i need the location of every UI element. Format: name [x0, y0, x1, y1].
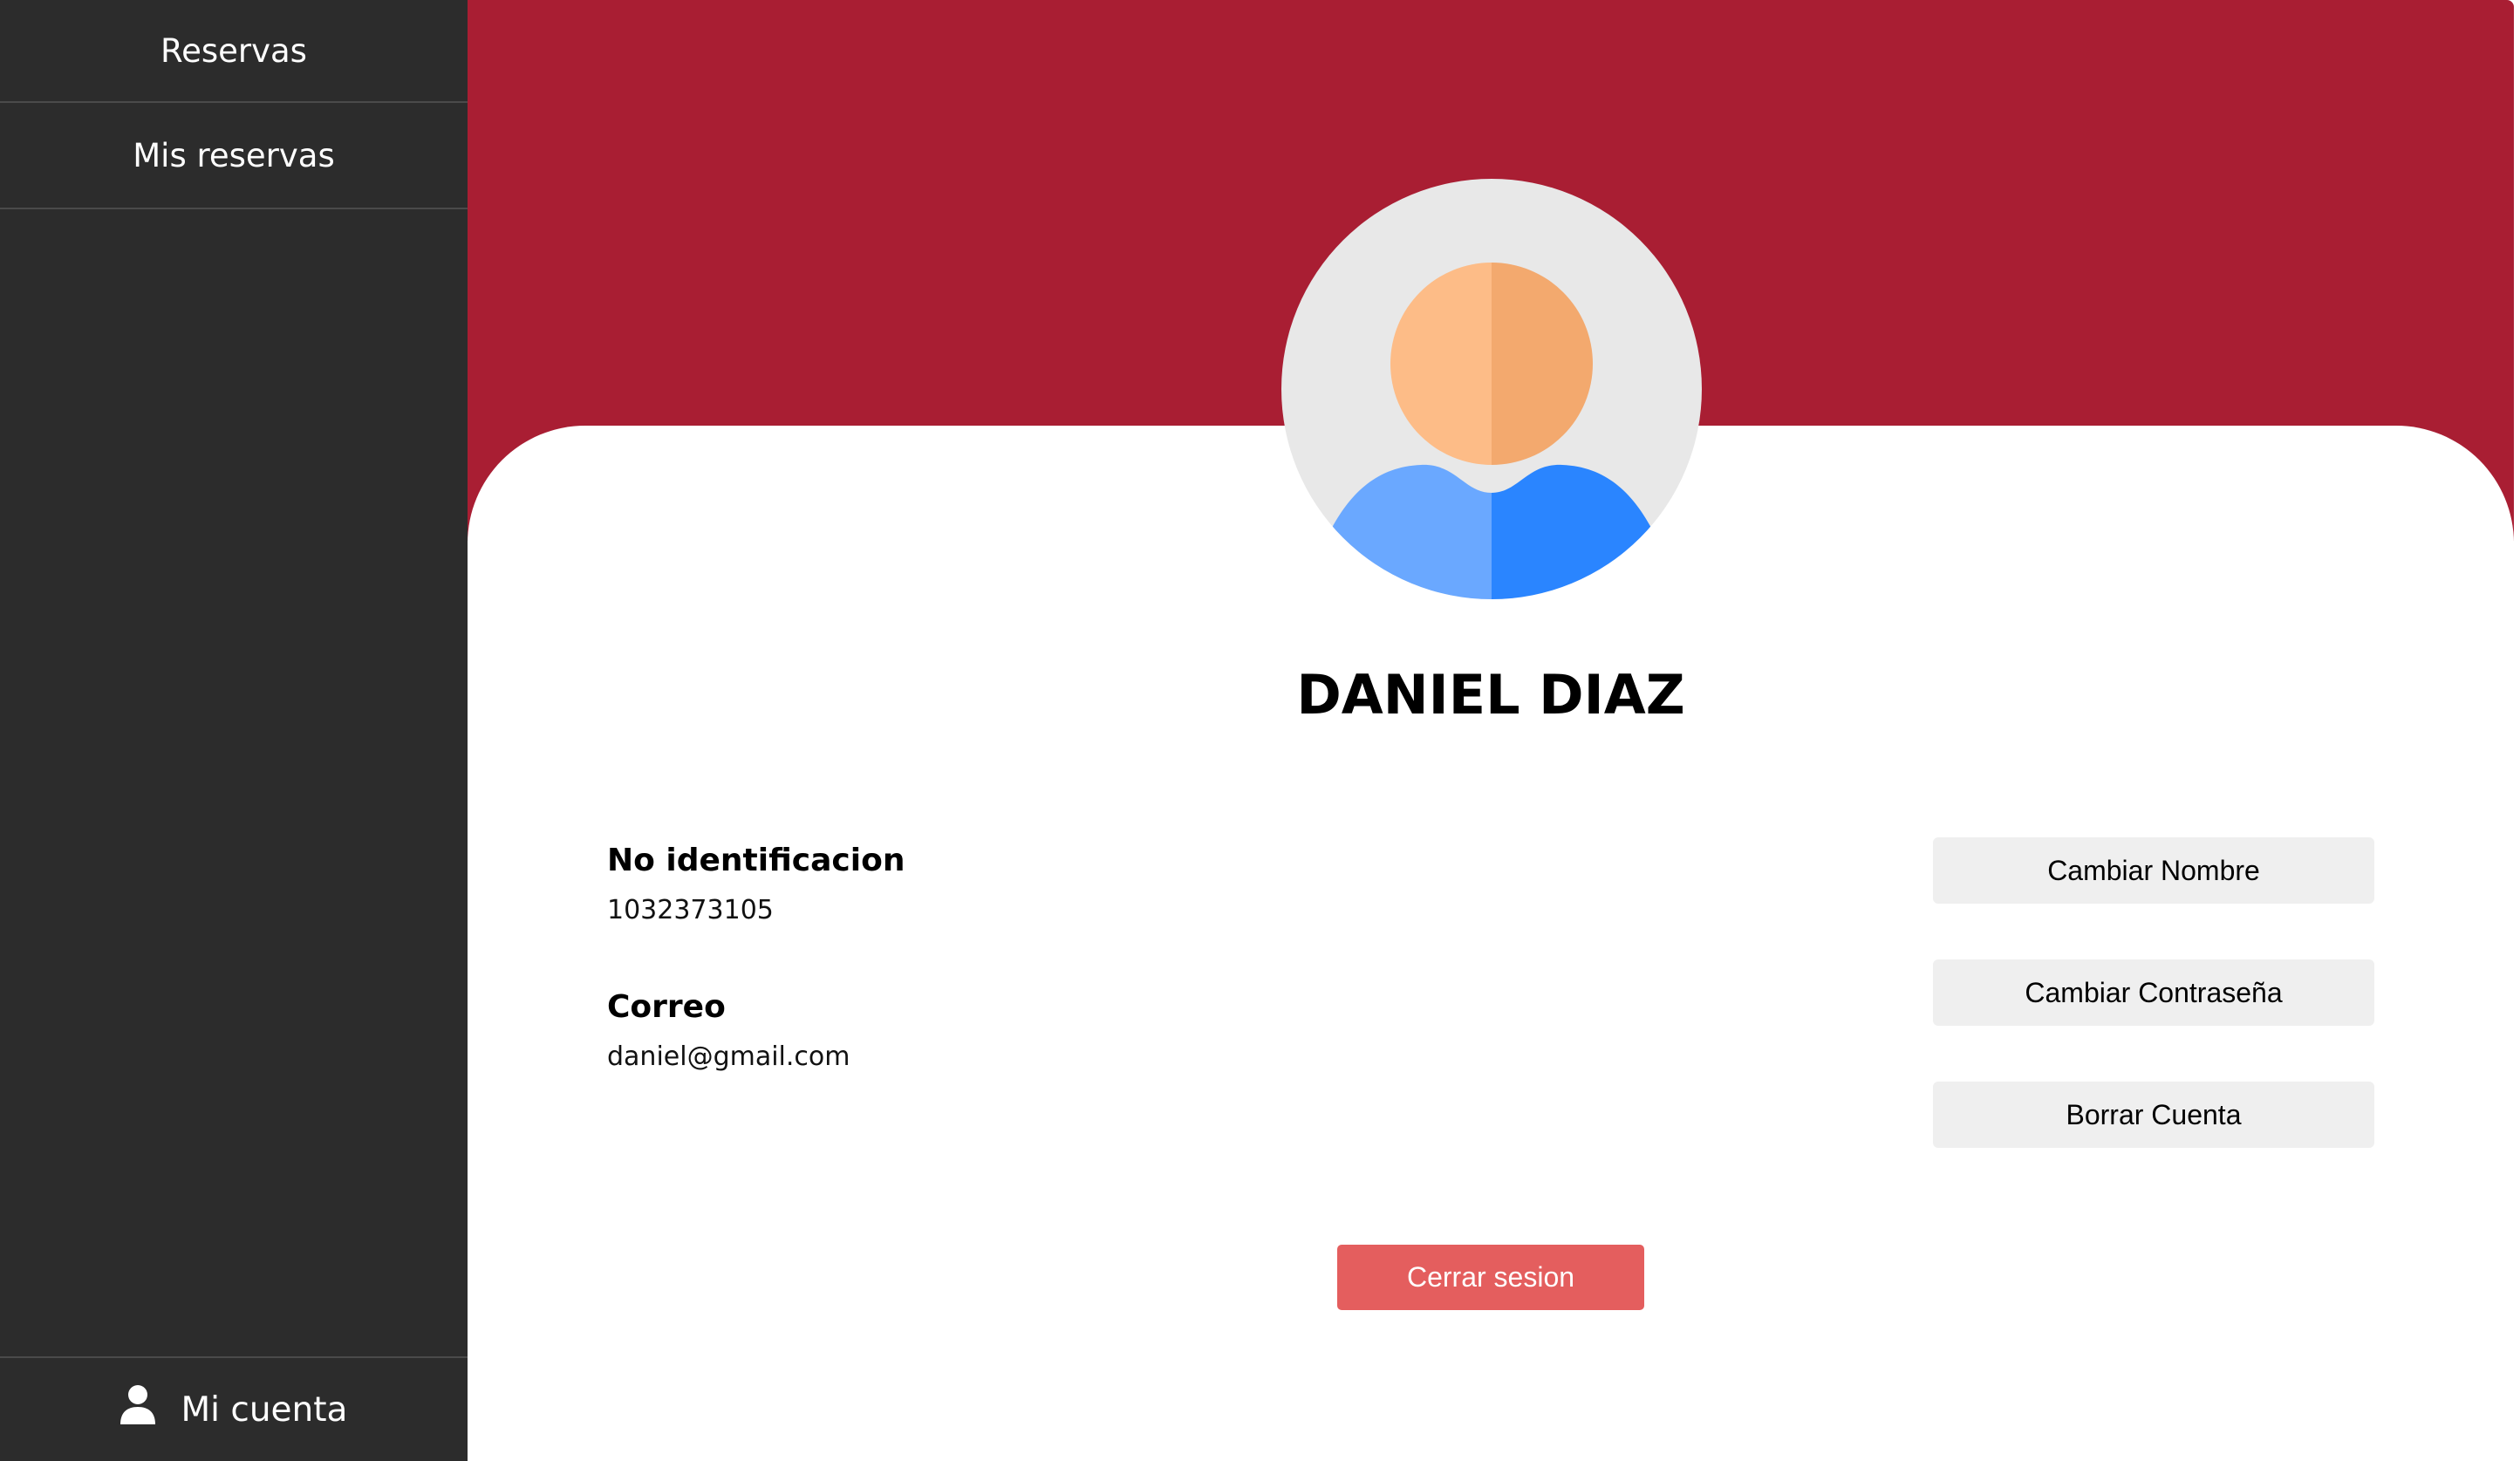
- sidebar-item-mis-reservas[interactable]: Mis reservas: [0, 103, 468, 209]
- delete-account-button[interactable]: Borrar Cuenta: [1933, 1082, 2374, 1148]
- profile-name: DANIEL DIAZ: [1296, 663, 1685, 727]
- id-label: No identificacion: [607, 843, 905, 878]
- sidebar: Reservas Mis reservas Mi cuenta: [0, 0, 468, 1461]
- sidebar-item-mi-cuenta[interactable]: Mi cuenta: [0, 1356, 468, 1461]
- id-value: 1032373105: [607, 895, 774, 925]
- app-root: Reservas Mis reservas Mi cuenta DANIEL D…: [0, 0, 2520, 1461]
- sidebar-item-reservas[interactable]: Reservas: [0, 0, 468, 103]
- email-value: daniel@gmail.com: [607, 1041, 850, 1072]
- change-name-button[interactable]: Cambiar Nombre: [1933, 837, 2374, 904]
- user-icon: [120, 1384, 155, 1435]
- email-label: Correo: [607, 989, 726, 1025]
- sidebar-item-label: Mis reservas: [133, 136, 335, 174]
- sidebar-item-label: Reservas: [160, 31, 307, 70]
- account-label: Mi cuenta: [181, 1389, 348, 1430]
- logout-button[interactable]: Cerrar sesion: [1337, 1245, 1644, 1310]
- profile-main: DANIEL DIAZ No identificacion 1032373105…: [468, 0, 2520, 1461]
- user-avatar-icon: [1281, 179, 1702, 599]
- change-password-button[interactable]: Cambiar Contraseña: [1933, 959, 2374, 1026]
